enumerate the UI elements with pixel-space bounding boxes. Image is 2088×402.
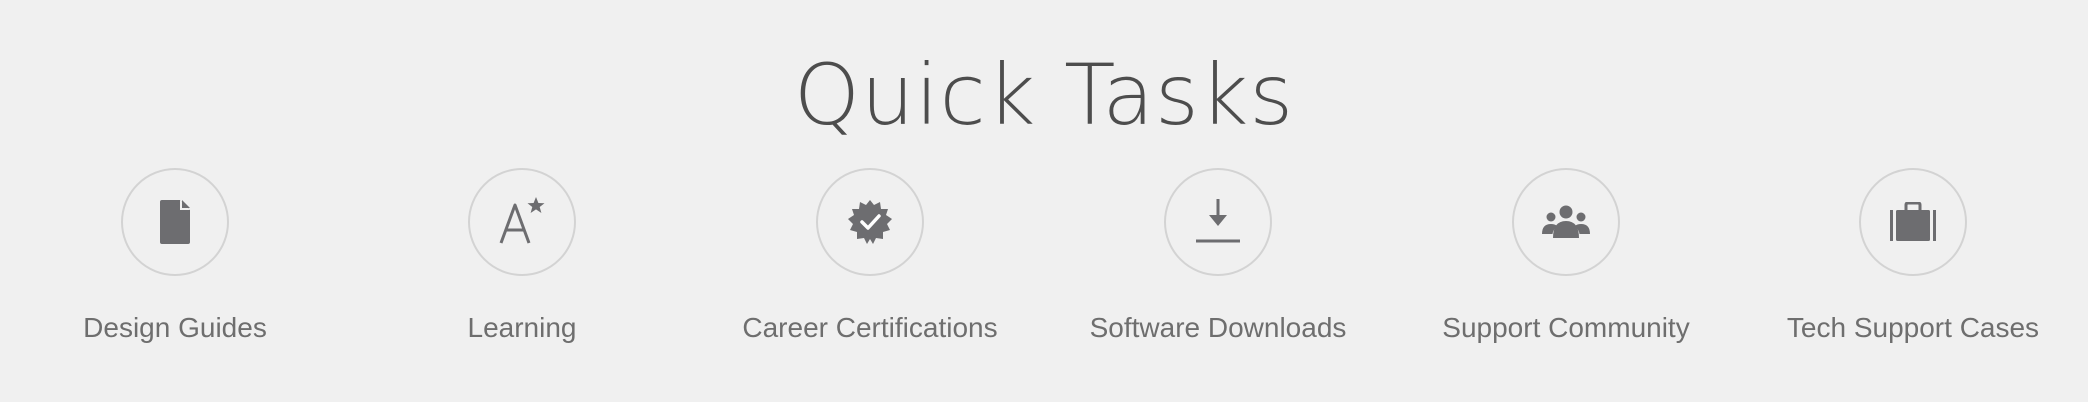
certification-badge-icon (848, 200, 892, 244)
task-career-certifications[interactable]: Career Certifications (720, 168, 1020, 346)
task-label: Support Community (1442, 312, 1690, 343)
task-learning[interactable]: Learning (372, 168, 672, 346)
task-icon-circle (1164, 168, 1272, 276)
task-design-guides[interactable]: Design Guides (25, 168, 325, 346)
community-icon (1542, 205, 1590, 239)
task-icon-circle (1859, 168, 1967, 276)
task-support-community[interactable]: Support Community (1416, 168, 1716, 346)
download-icon (1194, 199, 1242, 245)
document-icon (160, 200, 190, 244)
task-label: Tech Support Cases (1786, 312, 2040, 343)
task-label: Learning (467, 312, 577, 343)
section-title: Quick Tasks (793, 46, 1295, 144)
task-tech-support-cases[interactable]: Tech Support Cases (1763, 168, 2063, 346)
task-software-downloads[interactable]: Software Downloads (1068, 168, 1368, 346)
task-icon-circle (816, 168, 924, 276)
quick-tasks-list: Design Guides Learning Career Certificat… (0, 168, 2088, 368)
task-icon-circle (1512, 168, 1620, 276)
learning-icon (497, 197, 547, 247)
quick-tasks-section: Quick Tasks Design Guides Learning Caree… (0, 0, 2088, 402)
task-label: Design Guides (83, 312, 267, 343)
task-icon-circle (468, 168, 576, 276)
briefcase-icon (1890, 202, 1936, 242)
task-label: Career Certifications (742, 312, 998, 343)
task-icon-circle (121, 168, 229, 276)
task-label: Software Downloads (1089, 312, 1347, 343)
